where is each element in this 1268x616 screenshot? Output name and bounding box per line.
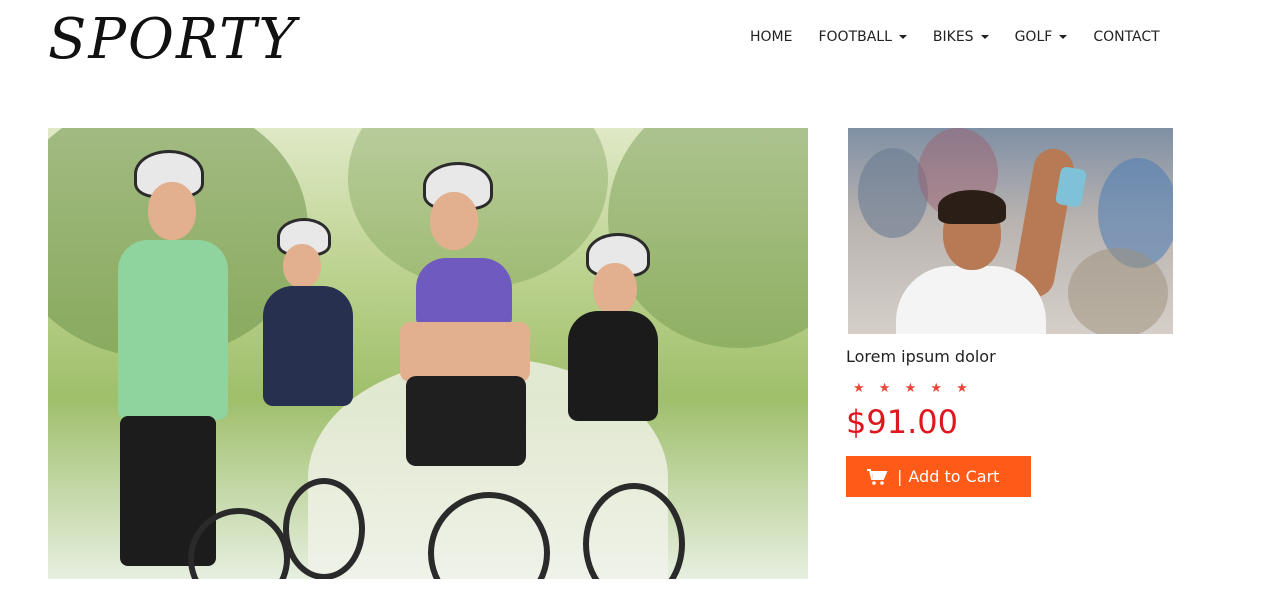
chevron-down-icon — [1059, 35, 1068, 39]
add-to-cart-label: Add to Cart — [908, 467, 1000, 486]
product-image[interactable] — [848, 128, 1173, 334]
nav-golf-label: GOLF — [1014, 29, 1053, 45]
chevron-down-icon — [980, 35, 989, 39]
nav-home[interactable]: HOME — [750, 29, 792, 45]
product-title[interactable]: Lorem ipsum dolor — [846, 347, 996, 366]
chevron-down-icon — [898, 35, 907, 39]
cart-icon — [867, 468, 888, 485]
nav-bikes-label: BIKES — [932, 29, 974, 45]
add-to-cart-button[interactable]: | Add to Cart — [846, 456, 1031, 497]
main-nav: HOME FOOTBALL BIKES GOLF CONTACT — [750, 29, 1160, 45]
nav-bikes[interactable]: BIKES — [933, 29, 989, 45]
nav-home-label: HOME — [750, 29, 793, 45]
hero-image — [48, 128, 808, 579]
nav-contact[interactable]: CONTACT — [1093, 29, 1159, 45]
nav-football-label: FOOTBALL — [818, 29, 892, 45]
product-price: $91.00 — [846, 403, 958, 441]
nav-golf[interactable]: GOLF — [1015, 29, 1068, 45]
site-logo[interactable]: SPORTY — [48, 12, 297, 68]
nav-football[interactable]: FOOTBALL — [818, 29, 907, 45]
nav-contact-label: CONTACT — [1093, 29, 1160, 45]
product-rating: ★ ★ ★ ★ ★ — [853, 381, 973, 396]
button-separator: | — [897, 467, 903, 486]
